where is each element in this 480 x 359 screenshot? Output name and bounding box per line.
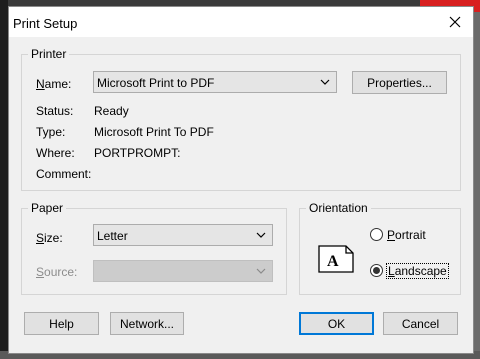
paper-source-select[interactable] <box>93 260 273 282</box>
properties-button[interactable]: Properties... <box>352 71 447 94</box>
landscape-page-icon: A <box>318 245 354 273</box>
where-label: Where: <box>36 146 75 160</box>
title-bar[interactable]: Print Setup <box>9 7 473 37</box>
status-value: Ready <box>94 104 129 118</box>
printer-group: Printer Name: Microsoft Print to PDF Pro… <box>21 47 461 191</box>
source-label: Source: <box>36 265 78 279</box>
chevron-down-icon <box>256 268 266 274</box>
paper-size-value: Letter <box>97 229 128 243</box>
status-label: Status: <box>36 104 74 118</box>
chevron-down-icon <box>256 232 266 238</box>
type-value: Microsoft Print To PDF <box>94 125 214 139</box>
paper-group: Paper Size: Letter Source: <box>21 201 287 295</box>
orientation-group-legend: Orientation <box>306 201 371 215</box>
portrait-label[interactable]: Portrait <box>387 228 426 242</box>
dialog-title: Print Setup <box>13 16 78 31</box>
help-button[interactable]: Help <box>24 312 99 335</box>
printer-name-value: Microsoft Print to PDF <box>97 76 215 90</box>
ok-button[interactable]: OK <box>299 312 374 335</box>
size-label: Size: <box>36 231 63 245</box>
printer-group-legend: Printer <box>28 47 70 61</box>
background-strip-left <box>0 0 8 359</box>
chevron-down-icon <box>320 79 330 85</box>
cancel-button[interactable]: Cancel <box>383 312 458 335</box>
portrait-radio[interactable] <box>370 228 383 241</box>
where-value: PORTPROMPT: <box>94 146 181 160</box>
paper-size-select[interactable]: Letter <box>93 224 273 246</box>
orientation-group: Orientation A Portrait Landscape <box>299 201 461 295</box>
comment-label: Comment: <box>36 167 92 181</box>
orientation-icon-letter: A <box>327 253 339 270</box>
type-label: Type: <box>36 125 66 139</box>
close-icon <box>449 16 461 28</box>
landscape-radio[interactable] <box>370 264 383 277</box>
paper-group-legend: Paper <box>28 201 67 215</box>
name-label: Name: <box>36 77 72 91</box>
printer-name-select[interactable]: Microsoft Print to PDF <box>93 71 337 93</box>
landscape-label[interactable]: Landscape <box>386 263 449 279</box>
network-button[interactable]: Network... <box>110 312 184 335</box>
print-setup-dialog: Print Setup Printer Name: Microsoft Prin… <box>8 6 474 354</box>
close-button[interactable] <box>437 7 473 37</box>
